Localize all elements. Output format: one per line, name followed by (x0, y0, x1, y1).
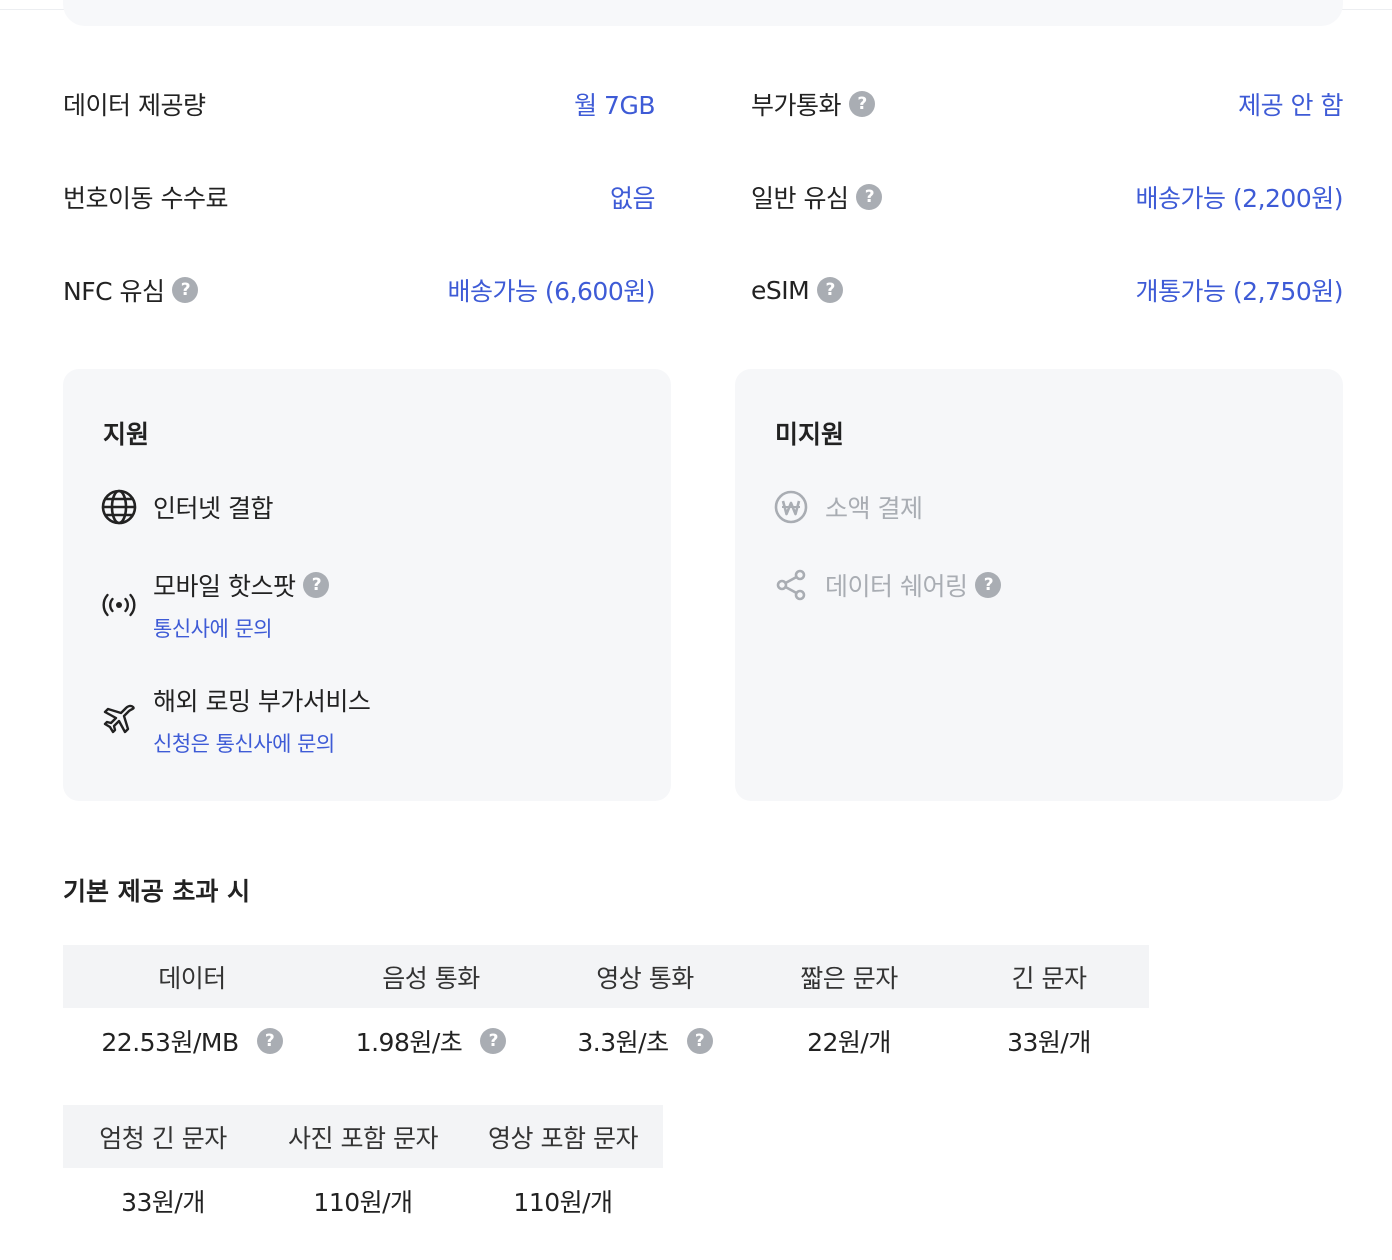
spec-nfc-usim: NFC 유심 ? 배송가능 (6,600원) (63, 260, 655, 320)
feature-note-link[interactable]: 신청은 통신사에 문의 (153, 728, 370, 758)
header-video-msg: 영상 포함 문자 (463, 1105, 663, 1168)
table-header-row: 엄청 긴 문자 사진 포함 문자 영상 포함 문자 (63, 1105, 663, 1168)
spec-value: 개통가능 (2,750원) (1135, 277, 1343, 306)
spec-label-text: NFC 유심 (63, 277, 165, 306)
feature-name: 소액 결제 (825, 494, 923, 523)
feature-name-text: 모바일 핫스팟 (153, 572, 296, 601)
spec-general-usim: 일반 유심 ? 배송가능 (2,200원) (751, 167, 1343, 227)
unsupported-panel: 미지원 소액 결제 데이터 쉐어링 ? (735, 369, 1343, 801)
rate-very-long-msg: 33원/개 (121, 1188, 205, 1217)
help-icon[interactable]: ? (975, 572, 1002, 598)
spec-label: 번호이동 수수료 (63, 184, 228, 213)
table-header-row: 데이터 음성 통화 영상 통화 짧은 문자 긴 문자 (63, 945, 1149, 1008)
spec-label: 데이터 제공량 (63, 91, 206, 120)
help-icon[interactable]: ? (686, 1028, 713, 1054)
table-row: 33원/개 110원/개 110원/개 (63, 1168, 663, 1234)
previous-card-bottom (63, 0, 1343, 26)
header-very-long-msg: 엄청 긴 문자 (63, 1105, 263, 1168)
feature-data-sharing: 데이터 쉐어링 ? (771, 565, 1002, 605)
table-row: 22.53원/MB? 1.98원/초? 3.3원/초? 22원/개 33원/개 (63, 1008, 1149, 1074)
rate-photo-msg: 110원/개 (313, 1188, 413, 1217)
overage-title: 기본 제공 초과 시 (63, 877, 251, 906)
help-icon[interactable]: ? (256, 1028, 283, 1054)
spec-data-amount: 데이터 제공량 월 7GB (63, 74, 655, 134)
rate-video-msg: 110원/개 (513, 1188, 613, 1217)
rate-value: 1.98원/초 (355, 1028, 463, 1057)
rate-value: 3.3원/초 (577, 1028, 669, 1057)
share-icon (771, 565, 811, 605)
help-icon[interactable]: ? (849, 91, 876, 117)
overage-message-table: 엄청 긴 문자 사진 포함 문자 영상 포함 문자 33원/개 110원/개 1… (63, 1105, 663, 1234)
unsupported-title: 미지원 (775, 420, 845, 449)
spec-label: 부가통화 ? (751, 86, 876, 122)
feature-mobile-hotspot: 모바일 핫스팟 ? 통신사에 문의 (99, 567, 330, 643)
spec-label: NFC 유심 ? (63, 272, 199, 308)
header-video-call: 영상 통화 (541, 945, 749, 1008)
header-data: 데이터 (63, 945, 321, 1008)
spec-port-fee: 번호이동 수수료 없음 (63, 167, 656, 227)
spec-value: 배송가능 (6,600원) (447, 277, 655, 306)
feature-name: 인터넷 결합 (153, 494, 273, 523)
won-coin-icon (771, 487, 811, 527)
spec-label: 일반 유심 ? (751, 179, 883, 215)
feature-name-text: 데이터 쉐어링 (825, 572, 968, 601)
header-sms: 짧은 문자 (749, 945, 949, 1008)
rate-data: 22.53원/MB? (63, 1008, 321, 1074)
rate-lms: 33원/개 (1007, 1028, 1091, 1057)
feature-roaming: 해외 로밍 부가서비스 신청은 통신사에 문의 (99, 682, 371, 758)
feature-internet-bundle: 인터넷 결합 (99, 487, 273, 527)
rate-sms: 22원/개 (807, 1028, 891, 1057)
feature-name: 모바일 핫스팟 ? (153, 567, 330, 603)
supported-panel: 지원 인터넷 결합 모바일 핫스팟 ? 통신사에 문의 해외 로밍 부가서비스 … (63, 369, 671, 801)
feature-name: 해외 로밍 부가서비스 (153, 687, 371, 716)
header-photo-msg: 사진 포함 문자 (263, 1105, 463, 1168)
spec-value: 없음 (609, 184, 656, 213)
help-icon[interactable]: ? (303, 572, 330, 598)
help-icon[interactable]: ? (856, 184, 883, 210)
spec-label: eSIM ? (751, 275, 844, 305)
spec-value: 제공 안 함 (1238, 91, 1343, 120)
broadcast-icon (99, 585, 139, 625)
feature-name: 데이터 쉐어링 ? (825, 567, 1002, 603)
help-icon[interactable]: ? (480, 1028, 507, 1054)
header-lms: 긴 문자 (949, 945, 1149, 1008)
airplane-icon (99, 700, 139, 740)
help-icon[interactable]: ? (172, 277, 199, 303)
spec-esim: eSIM ? 개통가능 (2,750원) (751, 260, 1343, 320)
feature-note-link[interactable]: 통신사에 문의 (153, 613, 329, 643)
spec-label-text: eSIM (751, 275, 810, 305)
rate-value: 22.53원/MB (101, 1028, 239, 1057)
spec-extra-call: 부가통화 ? 제공 안 함 (751, 74, 1343, 134)
spec-label-text: 부가통화 (751, 91, 842, 120)
header-voice-call: 음성 통화 (321, 945, 541, 1008)
overage-rate-table: 데이터 음성 통화 영상 통화 짧은 문자 긴 문자 22.53원/MB? 1.… (63, 945, 1149, 1074)
spec-value: 월 7GB (574, 91, 655, 120)
spec-label-text: 일반 유심 (751, 184, 849, 213)
supported-title: 지원 (103, 420, 150, 449)
rate-voice: 1.98원/초? (321, 1008, 541, 1074)
globe-icon (99, 487, 139, 527)
help-icon[interactable]: ? (817, 277, 844, 303)
feature-micropayment: 소액 결제 (771, 487, 923, 527)
spec-value: 배송가능 (2,200원) (1135, 184, 1343, 213)
rate-video: 3.3원/초? (541, 1008, 749, 1074)
